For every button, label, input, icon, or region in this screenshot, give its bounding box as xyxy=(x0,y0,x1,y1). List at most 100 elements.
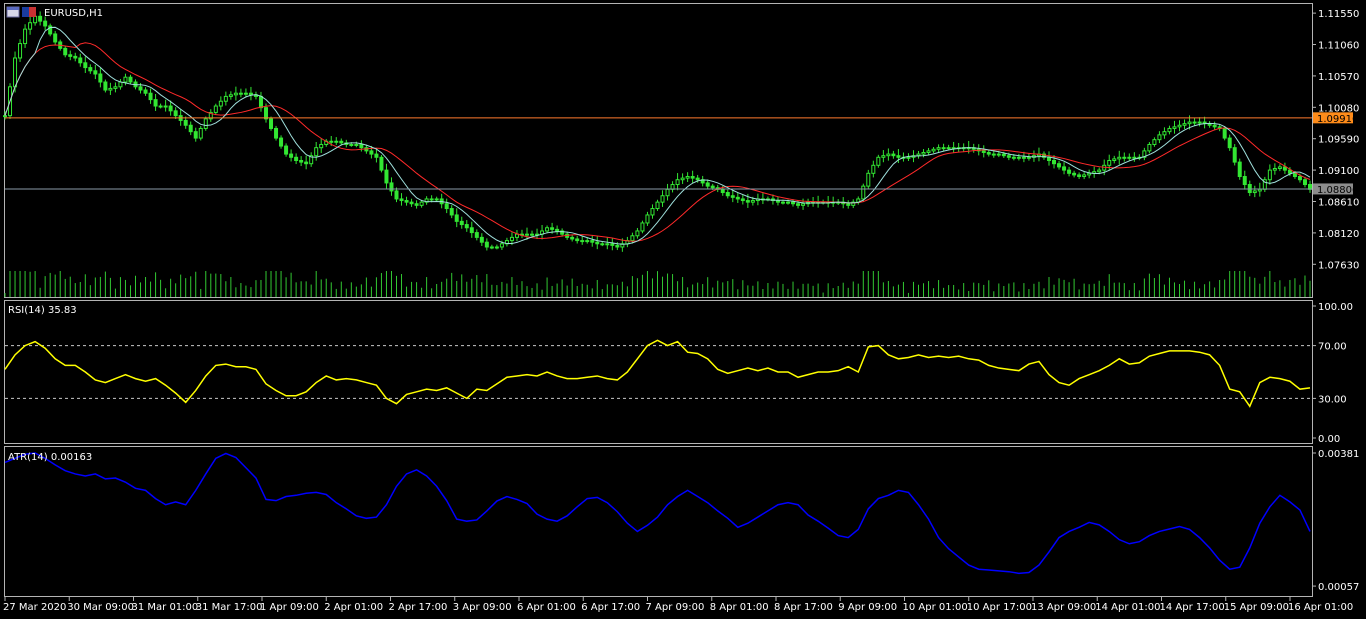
atr-tick-label: 0.00381 xyxy=(1318,449,1359,460)
rsi-tick-label: 100.00 xyxy=(1318,302,1353,313)
candle-body xyxy=(605,243,610,246)
time-tick-label: 8 Apr 01:00 xyxy=(710,602,769,613)
candle-body xyxy=(1072,172,1077,176)
candle-body xyxy=(1021,156,1026,159)
price-axis-ticks: 1.115501.110601.105701.100801.095901.091… xyxy=(1312,9,1359,271)
candle-body xyxy=(449,208,454,216)
candle-body xyxy=(1127,156,1132,159)
candle-body xyxy=(1212,124,1217,128)
candle-body xyxy=(404,200,409,203)
candle-body xyxy=(33,15,38,24)
candle-body xyxy=(469,227,474,234)
price-tick-label: 1.08610 xyxy=(1318,198,1359,209)
candle-body xyxy=(725,192,730,197)
candle-body xyxy=(1177,124,1182,128)
candle-body xyxy=(173,110,178,117)
candle-body xyxy=(148,92,153,101)
candle-body xyxy=(304,161,309,165)
candle-body xyxy=(1052,159,1057,165)
candle-body xyxy=(68,54,73,57)
candle-body xyxy=(168,105,173,112)
candle-body xyxy=(98,73,103,83)
candle-body xyxy=(705,182,710,187)
candle-body xyxy=(1267,169,1272,181)
candle-body xyxy=(279,137,284,147)
candle-body xyxy=(38,15,43,22)
candle-body xyxy=(389,182,394,192)
candle-body xyxy=(615,244,620,248)
candle-body xyxy=(223,95,228,102)
candle-body xyxy=(1112,158,1117,161)
candle-body xyxy=(655,201,660,210)
candle-body xyxy=(284,145,289,155)
candle-body xyxy=(786,201,790,204)
candle-body xyxy=(1172,126,1177,129)
candle-body xyxy=(735,196,740,200)
candle-body xyxy=(198,127,203,139)
candle-body xyxy=(1152,139,1157,145)
flag-icon-stripe xyxy=(29,7,36,17)
price-tick-label: 1.10570 xyxy=(1318,72,1359,83)
candle-body xyxy=(118,81,123,88)
candle-body xyxy=(921,151,926,155)
candle-body xyxy=(233,92,238,96)
candle-body xyxy=(329,140,334,143)
candle-body xyxy=(1117,156,1122,160)
time-tick-label: 6 Apr 17:00 xyxy=(581,602,640,613)
candle-body xyxy=(1001,153,1006,157)
candle-body xyxy=(1237,161,1242,178)
candle-body xyxy=(374,153,379,158)
candle-body xyxy=(108,87,113,91)
candle-body xyxy=(319,143,324,149)
candle-body xyxy=(289,153,294,158)
candle-body xyxy=(474,232,479,238)
candle-body xyxy=(1077,174,1082,178)
candle-body xyxy=(1062,166,1067,171)
candle-body xyxy=(83,62,88,69)
candle-body xyxy=(464,224,469,229)
candle-body xyxy=(228,94,233,97)
trading-chart[interactable]: 1.115501.110601.105701.100801.095901.091… xyxy=(0,0,1366,619)
candle-body xyxy=(213,105,218,113)
candle-body xyxy=(585,240,590,243)
candle-body xyxy=(53,33,58,43)
candle-body xyxy=(745,200,750,203)
candle-body xyxy=(269,118,274,129)
candle-body xyxy=(314,147,319,157)
candle-body xyxy=(876,156,881,166)
candle-body xyxy=(63,47,68,56)
candle-body xyxy=(1252,190,1257,194)
candle-body xyxy=(590,240,595,243)
candle-body xyxy=(484,241,489,248)
candle-body xyxy=(1122,156,1127,159)
candle-body xyxy=(1222,127,1227,139)
time-tick-label: 6 Apr 01:00 xyxy=(517,602,576,613)
candle-body xyxy=(514,233,519,238)
candle-body xyxy=(1162,131,1167,136)
candle-body xyxy=(258,95,263,109)
candle-body xyxy=(675,179,680,186)
candle-body xyxy=(1016,156,1021,159)
candle-body xyxy=(509,236,514,242)
candle-body xyxy=(1047,156,1051,161)
candle-body xyxy=(896,155,901,158)
candle-body xyxy=(1272,168,1277,171)
price-tick-label: 1.09590 xyxy=(1318,135,1359,146)
candle-body xyxy=(1192,121,1197,124)
candle-body xyxy=(545,227,550,232)
candle-body xyxy=(264,107,268,120)
candle-body xyxy=(379,156,384,171)
candle-body xyxy=(28,22,33,30)
candle-body xyxy=(399,198,404,202)
candle-body xyxy=(193,131,198,139)
candle-body xyxy=(78,57,83,64)
candle-body xyxy=(128,76,133,83)
candle-body xyxy=(550,227,555,230)
candle-body xyxy=(640,222,645,232)
candle-body xyxy=(595,241,600,245)
chart-window-icon-band xyxy=(7,7,19,10)
candle-body xyxy=(394,190,399,200)
candle-body xyxy=(1257,188,1262,192)
candle-body xyxy=(981,150,986,153)
candle-body xyxy=(941,147,946,150)
